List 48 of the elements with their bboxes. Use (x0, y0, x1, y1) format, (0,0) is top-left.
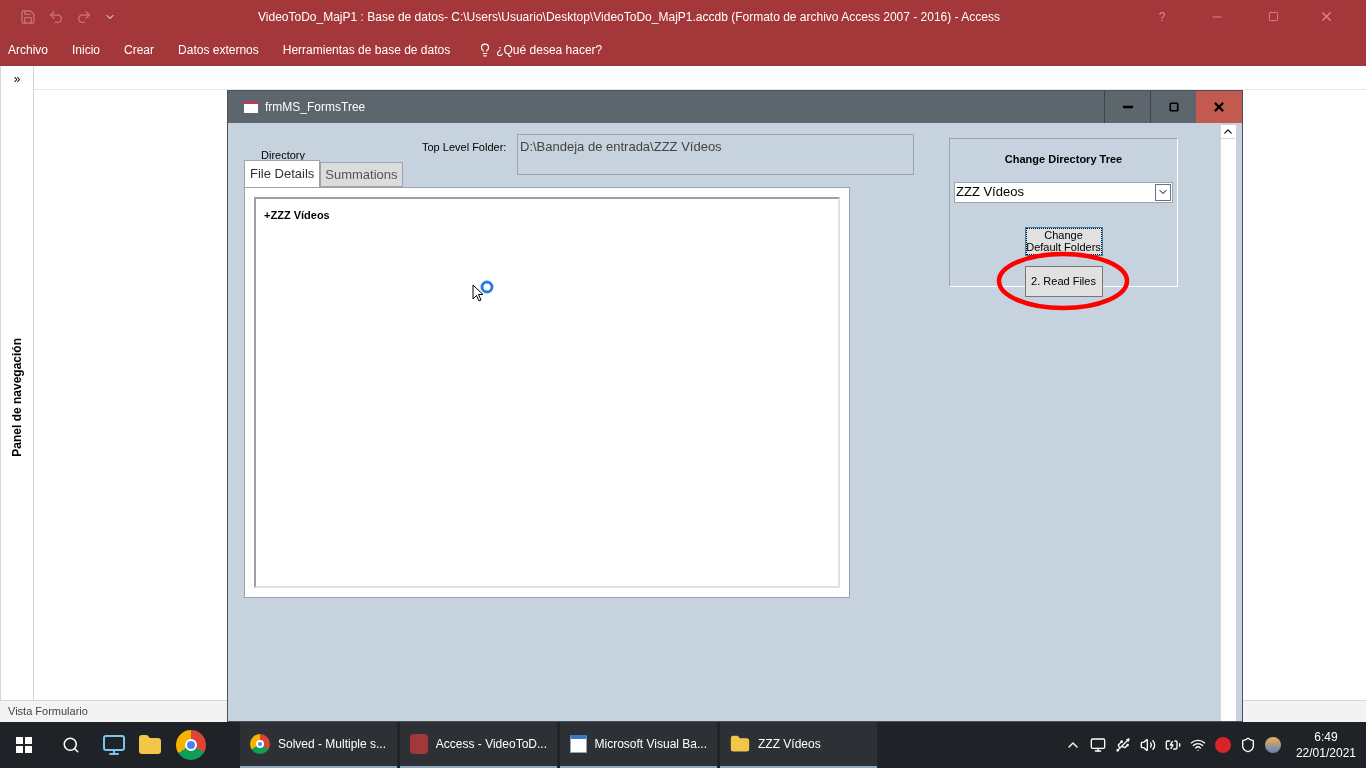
network-computer-icon[interactable] (1089, 737, 1106, 753)
speaker-icon[interactable] (1139, 737, 1156, 753)
computer-icon[interactable] (102, 733, 126, 757)
ribbon-tab[interactable]: Herramientas de base de datos (282, 40, 451, 59)
top-level-folder-field[interactable]: D:\Bandeja de entrada\ZZZ Vídeos (517, 134, 914, 175)
form-tab[interactable]: Summations (320, 162, 403, 187)
tell-me-field[interactable]: ¿Qué desea hacer? (496, 40, 603, 59)
close-icon[interactable] (1319, 9, 1334, 24)
taskbar-window-button[interactable]: Solved - Multiple s... (240, 722, 397, 768)
close-button[interactable] (1196, 91, 1242, 123)
taskbar-window-button[interactable]: ZZZ Vídeos (720, 722, 877, 768)
search-icon[interactable] (62, 736, 80, 754)
taskbar-window-button[interactable]: Microsoft Visual Ba... (560, 722, 717, 768)
usb-icon[interactable] (1114, 737, 1131, 753)
directory-label: Directory (261, 148, 305, 163)
folder-icon (730, 734, 750, 754)
form-tab[interactable]: File Details (244, 160, 321, 187)
navigation-pane[interactable]: » Panel de navegación (0, 66, 34, 700)
panel-title: Change Directory Tree (1003, 152, 1124, 167)
ribbon-tab[interactable]: Crear (124, 40, 155, 59)
wifi-icon[interactable] (1189, 737, 1206, 753)
ribbon-tab[interactable]: Datos externos (178, 40, 259, 59)
directory-combo-box[interactable]: ZZZ Vídeos (954, 181, 1173, 203)
close-icon (1212, 100, 1226, 114)
chrome-icon (250, 734, 270, 754)
expand-toggle[interactable]: » (13, 70, 21, 88)
scroll-bar[interactable] (1220, 125, 1236, 721)
ribbon-tab[interactable]: Archivo (8, 40, 48, 59)
top-level-folder-label: Top Level Folder: (422, 140, 507, 155)
clock[interactable]: 6:49 22/01/2021 (1295, 729, 1356, 761)
chrome-icon[interactable] (176, 730, 206, 760)
tree-node[interactable]: ZZZ Vídeos (270, 207, 330, 224)
window-grid-icon (570, 735, 587, 753)
battery-icon[interactable] (1164, 737, 1181, 753)
folder-icon[interactable] (138, 733, 162, 757)
form-button[interactable]: Change Default Folders (1024, 226, 1103, 256)
shield-icon[interactable] (1239, 737, 1256, 753)
busy-cursor-icon (472, 280, 496, 302)
status-text: Vista Formulario (8, 704, 88, 720)
navigation-pane-title: Panel de navegación (9, 338, 25, 457)
maximize-icon (1168, 102, 1179, 112)
window-title: VideoToDo_MajP1 : Base de datos- C:\Users\Usuario\Desktop\VideoToDo_MajP1.accdb (Formato de archivo Access 2007 - 2016) - Access (257, 8, 1001, 26)
form-icon (244, 101, 258, 113)
form-button[interactable]: 2. Read Files (1024, 265, 1103, 297)
ribbon-tab[interactable]: Inicio (72, 40, 101, 59)
expand-toggle[interactable]: + (264, 207, 271, 224)
form-title: frmMS_FormsTree (265, 99, 367, 116)
taskbar-window-button[interactable]: Access - VideoToD... (400, 722, 557, 768)
